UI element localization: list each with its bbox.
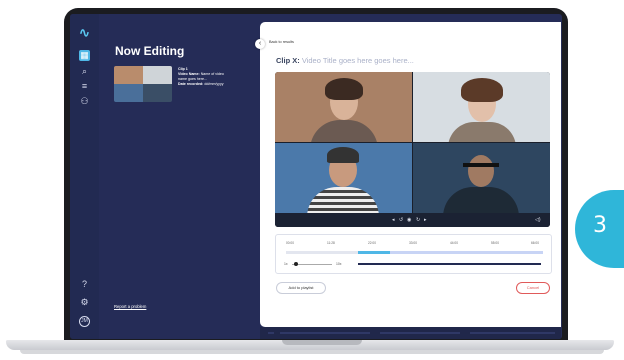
- clip-range-bar[interactable]: [358, 263, 541, 265]
- volume-icon[interactable]: ◁): [535, 217, 541, 223]
- video-controls: ◂ ↺ ◉ ↻ ▸ ◁): [275, 213, 550, 227]
- zoom-min-label: 1x: [284, 262, 288, 266]
- app-logo-icon: ∿: [79, 25, 90, 40]
- step-number: 3: [593, 213, 607, 238]
- back-to-results-link[interactable]: Back to results: [269, 40, 294, 44]
- timeline-tick: 55:00: [491, 241, 499, 245]
- video-tile-3: [275, 143, 412, 213]
- bottom-timeline-strip: [260, 327, 561, 339]
- video-name-value: Name of video: [200, 72, 224, 76]
- timeline-tick: 22:00: [368, 241, 376, 245]
- video-tile-1: [275, 72, 412, 142]
- clip-title-prefix: Clip X:: [276, 56, 300, 65]
- timeline: 00:00 11:28 22:00 33:00 44:00 55:00 66:0…: [275, 234, 552, 274]
- users-icon[interactable]: ⚇: [79, 96, 90, 107]
- timeline-tick: 00:00: [286, 241, 294, 245]
- search-icon[interactable]: ⌕: [79, 66, 90, 77]
- page-title: Now Editing: [115, 44, 185, 58]
- laptop-notch: [282, 340, 362, 345]
- video-name-label: Video Name:: [178, 72, 200, 76]
- video-player[interactable]: ◂ ↺ ◉ ↻ ▸ ◁): [275, 72, 550, 227]
- back-chevron-icon[interactable]: ‹: [255, 39, 265, 49]
- timeline-range: [390, 251, 543, 254]
- clip-metadata: Clip 1 Video Name: Name of video name go…: [178, 67, 238, 87]
- zoom-slider-handle[interactable]: [294, 262, 298, 266]
- video-tile-2: [413, 72, 550, 142]
- clip-thumbnail[interactable]: [114, 66, 172, 102]
- editor-panel: ‹ Back to results Clip X: Video Title go…: [255, 22, 561, 327]
- date-label: Date recorded:: [178, 82, 204, 86]
- avatar[interactable]: JM: [79, 316, 90, 327]
- cancel-button[interactable]: Cancel: [516, 282, 550, 294]
- app-screen: ∿ ▦ ⌕ ≡ ⚇ ? ⚙ JM Now Editing Clip 1 Vide…: [70, 14, 562, 339]
- clip-title-text: Video Title goes here goes here...: [301, 56, 414, 65]
- zoom-max-label: 10x: [336, 262, 342, 266]
- clip-title: Clip X: Video Title goes here goes here.…: [276, 56, 414, 65]
- next-icon[interactable]: ▸: [424, 217, 427, 223]
- timeline-tick: 33:00: [409, 241, 417, 245]
- zoom-slider[interactable]: [292, 264, 332, 265]
- forward-icon[interactable]: ↻: [416, 217, 420, 223]
- report-problem-link[interactable]: Report a problem: [114, 304, 146, 309]
- add-to-playlist-button[interactable]: Add to playlist: [276, 282, 326, 294]
- timeline-tick: 11:28: [327, 241, 335, 245]
- timeline-tick: 44:00: [450, 241, 458, 245]
- grid-icon[interactable]: ▦: [79, 50, 90, 61]
- previous-icon[interactable]: ◂: [392, 217, 395, 223]
- rewind-icon[interactable]: ↺: [399, 217, 403, 223]
- list-icon[interactable]: ≡: [79, 81, 90, 92]
- settings-icon[interactable]: ⚙: [79, 297, 90, 308]
- date-value: dd/mm/yyyy: [204, 82, 224, 86]
- nav-rail: ∿ ▦ ⌕ ≡ ⚇ ? ⚙ JM: [70, 14, 99, 339]
- play-icon[interactable]: ◉: [407, 217, 411, 223]
- video-tile-4: [413, 143, 550, 213]
- help-icon[interactable]: ?: [79, 279, 90, 290]
- timeline-selection[interactable]: [358, 251, 390, 254]
- timeline-tick: 66:00: [531, 241, 539, 245]
- laptop-shadow: [20, 350, 604, 354]
